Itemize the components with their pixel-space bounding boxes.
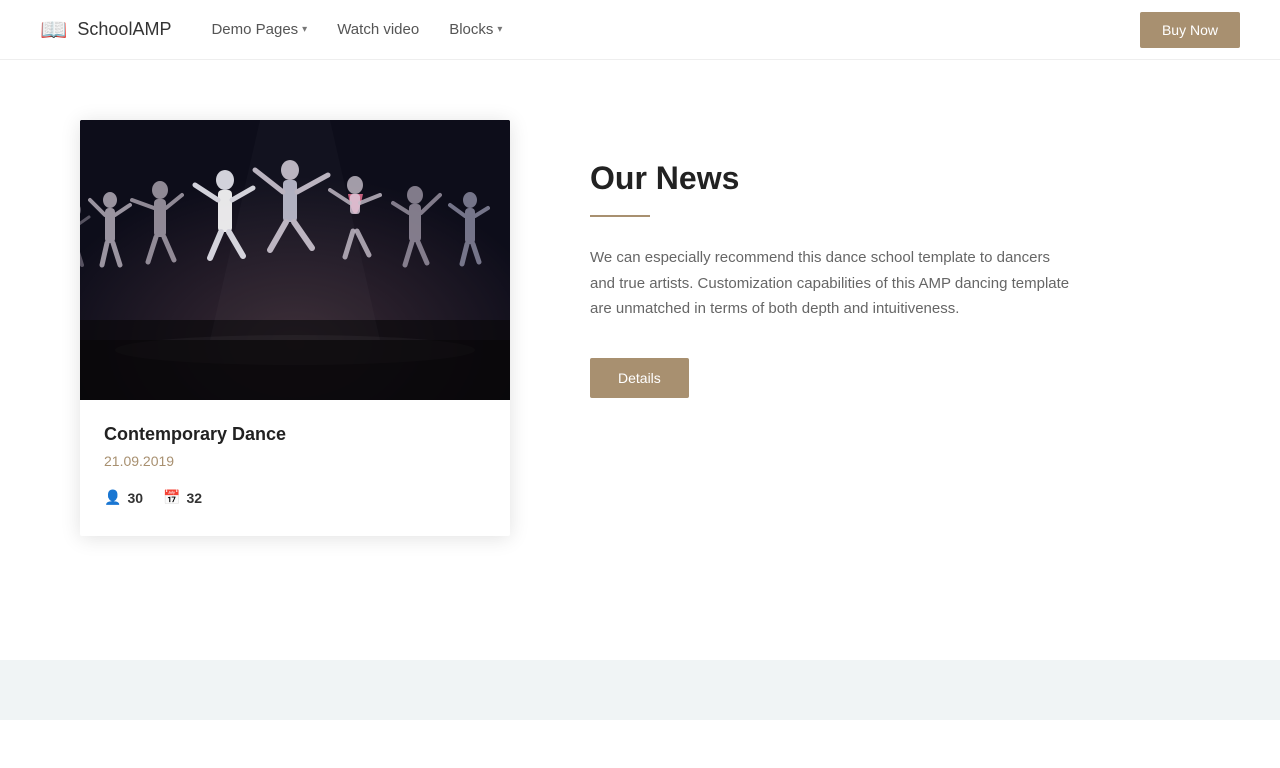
card-image: [80, 120, 510, 400]
calendar-meta: 📅 32: [163, 489, 202, 506]
brand-name: SchoolAMP: [77, 19, 171, 40]
person-icon: 👤: [104, 489, 121, 506]
buy-now-button[interactable]: Buy Now: [1140, 12, 1240, 48]
section-divider: [590, 215, 650, 217]
participants-count: 30: [127, 490, 143, 506]
nav-watch-video[interactable]: Watch video: [337, 21, 419, 38]
section-description: We can especially recommend this dance s…: [590, 245, 1070, 322]
navbar: 📖 SchoolAMP Demo Pages ▾ Watch video Blo…: [0, 0, 1280, 60]
calendar-count: 32: [186, 490, 202, 506]
card-meta: 👤 30 📅 32: [104, 489, 486, 506]
footer-strip: [0, 660, 1280, 720]
details-button[interactable]: Details: [590, 358, 689, 398]
card-body: Contemporary Dance 21.09.2019 👤 30 📅 32: [80, 400, 510, 536]
nav-demo-pages-label: Demo Pages: [211, 21, 298, 38]
news-card: Contemporary Dance 21.09.2019 👤 30 📅 32: [80, 120, 510, 536]
nav-watch-video-label: Watch video: [337, 21, 419, 38]
calendar-icon: 📅: [163, 489, 180, 506]
nav-demo-pages[interactable]: Demo Pages ▾: [211, 21, 307, 38]
brand-logo[interactable]: 📖 SchoolAMP: [40, 17, 171, 43]
dance-scene-svg: [80, 120, 510, 400]
demo-pages-dropdown-icon: ▾: [302, 24, 307, 35]
nav-links: Demo Pages ▾ Watch video Blocks ▾: [211, 21, 1140, 38]
main-content: Contemporary Dance 21.09.2019 👤 30 📅 32 …: [0, 60, 1280, 660]
card-title: Contemporary Dance: [104, 424, 486, 445]
blocks-dropdown-icon: ▾: [497, 24, 502, 35]
section-heading: Our News: [590, 160, 1200, 197]
navbar-right: Buy Now: [1140, 12, 1240, 48]
nav-blocks-label: Blocks: [449, 21, 493, 38]
news-section: Our News We can especially recommend thi…: [590, 120, 1200, 398]
participants-meta: 👤 30: [104, 489, 143, 506]
brand-icon: 📖: [40, 17, 67, 43]
card-date: 21.09.2019: [104, 453, 486, 469]
nav-blocks[interactable]: Blocks ▾: [449, 21, 502, 38]
